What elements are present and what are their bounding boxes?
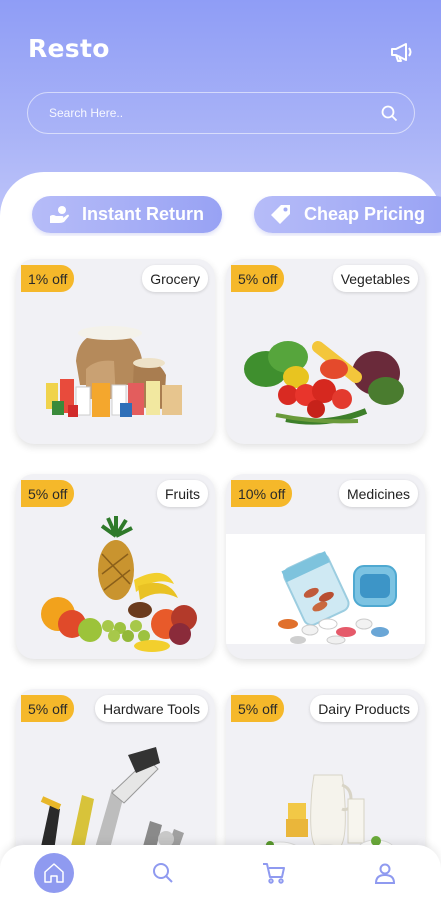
- discount-badge: 10% off: [231, 480, 293, 507]
- grocery-image: [46, 326, 182, 417]
- medicines-image: [226, 534, 425, 645]
- search-bar[interactable]: [27, 92, 415, 134]
- feature-chips: Instant Return Cheap Pricing: [0, 196, 441, 236]
- chip-label: Cheap Pricing: [304, 204, 426, 224]
- category-card-vegetables[interactable]: 5% off Vegetables: [226, 259, 425, 444]
- fruits-image: [41, 516, 197, 652]
- search-icon[interactable]: [141, 851, 185, 895]
- cheap-pricing-chip[interactable]: Cheap Pricing: [254, 196, 441, 233]
- category-card-grocery[interactable]: 1% off Grocery: [16, 259, 215, 444]
- discount-badge: 1% off: [21, 265, 75, 292]
- discount-badge: 5% off: [21, 695, 75, 722]
- price-tag-icon: [268, 202, 294, 228]
- hand-return-icon: [46, 202, 72, 228]
- category-label: Hardware Tools: [94, 695, 208, 722]
- bottom-navigation: [0, 845, 441, 900]
- chip-label: Instant Return: [82, 204, 205, 224]
- discount-badge: 5% off: [231, 695, 285, 722]
- search-input[interactable]: [49, 106, 378, 120]
- cart-icon[interactable]: [252, 851, 296, 895]
- category-label: Vegetables: [332, 265, 418, 292]
- category-label: Grocery: [142, 265, 208, 292]
- vegetables-image: [244, 341, 404, 425]
- instant-return-chip[interactable]: Instant Return: [32, 196, 222, 233]
- home-icon[interactable]: [33, 852, 74, 893]
- megaphone-icon[interactable]: [386, 36, 418, 68]
- category-label: Fruits: [157, 480, 208, 507]
- discount-badge: 5% off: [231, 265, 285, 292]
- discount-badge: 5% off: [21, 480, 75, 507]
- profile-icon[interactable]: [363, 851, 407, 895]
- search-icon[interactable]: [378, 102, 400, 124]
- category-card-fruits[interactable]: 5% off Fruits: [16, 474, 215, 659]
- category-label: Dairy Products: [310, 695, 418, 722]
- app-title: Resto: [28, 34, 110, 63]
- category-card-medicines[interactable]: 10% off Medicines: [226, 474, 425, 659]
- category-label: Medicines: [338, 480, 418, 507]
